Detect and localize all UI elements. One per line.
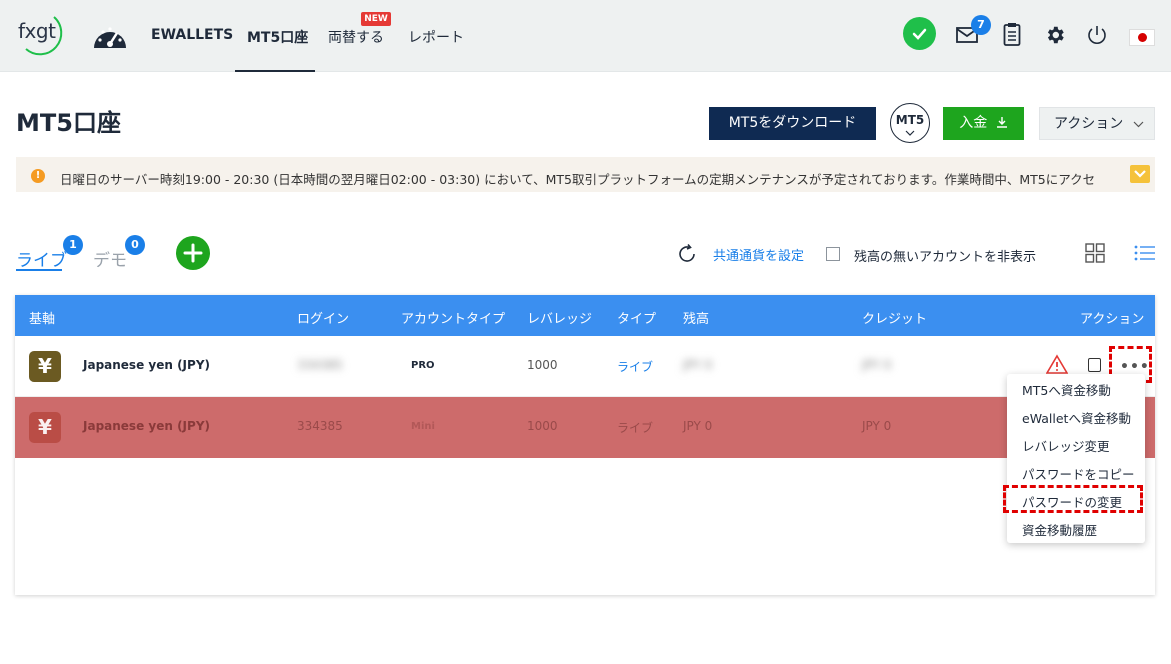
menu-item-transfer-to-ewallet[interactable]: eWalletへ資金移動 bbox=[1022, 408, 1131, 427]
row-actions-menu: MT5へ資金移動 eWalletへ資金移動 レバレッジ変更 パスワードをコピー … bbox=[1003, 374, 1145, 543]
clipboard-icon[interactable] bbox=[1003, 22, 1021, 46]
chevron-down-icon bbox=[1134, 170, 1146, 178]
tab-live[interactable]: ライブ bbox=[16, 246, 67, 271]
gear-icon[interactable] bbox=[1044, 24, 1066, 46]
row-login: 334385 bbox=[297, 419, 343, 433]
notice-text: 日曜日のサーバー時刻19:00 - 20:30 (日本時間の翌月曜日02:00 … bbox=[60, 172, 1096, 187]
maintenance-notice: ! 日曜日のサーバー時刻19:00 - 20:30 (日本時間の翌月曜日02:0… bbox=[16, 157, 1155, 192]
dashboard-icon[interactable] bbox=[92, 20, 128, 52]
nav-active-underline bbox=[235, 70, 315, 72]
row-credit: JPY 0 bbox=[862, 358, 892, 372]
download-arrow-icon bbox=[996, 117, 1007, 128]
row-account-type: Mini bbox=[411, 421, 435, 432]
menu-item-change-leverage[interactable]: レバレッジ変更 bbox=[1022, 436, 1110, 455]
yen-icon: ¥ bbox=[29, 412, 61, 443]
more-dots-icon: ••• bbox=[1120, 359, 1150, 375]
row-type: ライブ bbox=[617, 360, 654, 374]
row-balance: JPY 0 bbox=[683, 358, 713, 372]
power-icon[interactable] bbox=[1086, 24, 1108, 46]
top-navbar: fxgt EWALLETS MT5口座 両替する NEW レポート 7 bbox=[0, 0, 1171, 72]
chevron-down-icon bbox=[1133, 121, 1144, 128]
table-header: 基軸 ログイン アカウントタイプ レバレッジ タイプ 残高 クレジット アクショ… bbox=[15, 295, 1155, 336]
verified-status-button[interactable] bbox=[903, 17, 936, 50]
expand-notice-button[interactable] bbox=[1130, 165, 1150, 183]
info-icon: ! bbox=[31, 169, 45, 183]
header-currency: 基軸 bbox=[29, 312, 56, 327]
japan-flag-icon[interactable] bbox=[1129, 29, 1155, 46]
action-dropdown-button[interactable]: アクション bbox=[1039, 107, 1155, 140]
header-type: タイプ bbox=[617, 312, 657, 327]
grid-view-icon[interactable] bbox=[1085, 243, 1105, 263]
copy-icon[interactable] bbox=[1088, 358, 1101, 372]
list-view-icon[interactable] bbox=[1134, 244, 1156, 262]
add-account-button[interactable] bbox=[176, 236, 210, 270]
new-badge: NEW bbox=[361, 12, 391, 26]
mail-count-badge: 7 bbox=[971, 15, 991, 35]
table-row[interactable]: ¥ Japanese yen (JPY) 334385 Mini 1000 ライ… bbox=[15, 397, 1155, 458]
row-login: 334385 bbox=[297, 358, 343, 372]
row-credit: JPY 0 bbox=[862, 419, 892, 433]
nav-ewallets[interactable]: EWALLETS bbox=[151, 27, 233, 43]
row-currency: Japanese yen (JPY) bbox=[83, 419, 210, 433]
set-common-currency-link[interactable]: 共通通貨を設定 bbox=[713, 245, 804, 264]
warning-icon[interactable] bbox=[1046, 354, 1068, 374]
check-icon bbox=[912, 28, 927, 40]
header-account-type: アカウントタイプ bbox=[401, 312, 506, 327]
header-balance: 残高 bbox=[683, 312, 710, 327]
tab-demo[interactable]: デモ bbox=[93, 246, 127, 271]
mt5-platform-button[interactable]: MT5 bbox=[890, 103, 930, 143]
nav-exchange[interactable]: 両替する bbox=[328, 27, 384, 47]
row-leverage: 1000 bbox=[527, 358, 558, 372]
hide-empty-accounts-checkbox[interactable] bbox=[826, 247, 840, 261]
row-account-type: PRO bbox=[411, 360, 435, 371]
accounts-table: 基軸 ログイン アカウントタイプ レバレッジ タイプ 残高 クレジット アクショ… bbox=[15, 295, 1155, 595]
chevron-down-icon bbox=[905, 130, 915, 136]
mt5-label: MT5 bbox=[895, 113, 925, 127]
deposit-label: 入金 bbox=[959, 115, 988, 131]
row-leverage: 1000 bbox=[527, 419, 558, 433]
header-action: アクション bbox=[1080, 312, 1145, 327]
nav-mt5-accounts[interactable]: MT5口座 bbox=[247, 27, 308, 47]
live-count-badge: 1 bbox=[63, 235, 83, 255]
menu-item-transfer-to-mt5[interactable]: MT5へ資金移動 bbox=[1022, 380, 1111, 399]
nav-report[interactable]: レポート bbox=[408, 27, 464, 47]
row-type: ライブ bbox=[617, 421, 654, 435]
page-title: MT5口座 bbox=[16, 109, 121, 137]
refresh-icon[interactable] bbox=[676, 243, 698, 265]
menu-item-change-password[interactable]: パスワードの変更 bbox=[1022, 492, 1122, 511]
header-credit: クレジット bbox=[862, 312, 928, 327]
demo-count-badge: 0 bbox=[125, 235, 145, 255]
tab-live-underline bbox=[16, 269, 62, 271]
fxgt-logo[interactable]: fxgt bbox=[16, 13, 70, 57]
header-login: ログイン bbox=[297, 312, 350, 327]
plus-icon bbox=[183, 243, 203, 263]
hide-empty-accounts-label: 残高の無いアカウントを非表示 bbox=[854, 250, 1037, 265]
action-label: アクション bbox=[1054, 116, 1124, 132]
row-balance: JPY 0 bbox=[683, 419, 713, 433]
header-leverage: レバレッジ bbox=[527, 312, 593, 327]
row-currency: Japanese yen (JPY) bbox=[83, 358, 210, 372]
logo-text: fxgt bbox=[18, 19, 56, 43]
download-mt5-button[interactable]: MT5をダウンロード bbox=[709, 107, 876, 140]
table-row[interactable]: ¥ Japanese yen (JPY) 334385 PRO 1000 ライブ… bbox=[15, 336, 1155, 397]
deposit-button[interactable]: 入金 bbox=[943, 107, 1024, 140]
menu-item-transfer-history[interactable]: 資金移動履歴 bbox=[1022, 520, 1097, 539]
yen-icon: ¥ bbox=[29, 351, 61, 382]
menu-item-copy-password[interactable]: パスワードをコピー bbox=[1022, 464, 1135, 483]
